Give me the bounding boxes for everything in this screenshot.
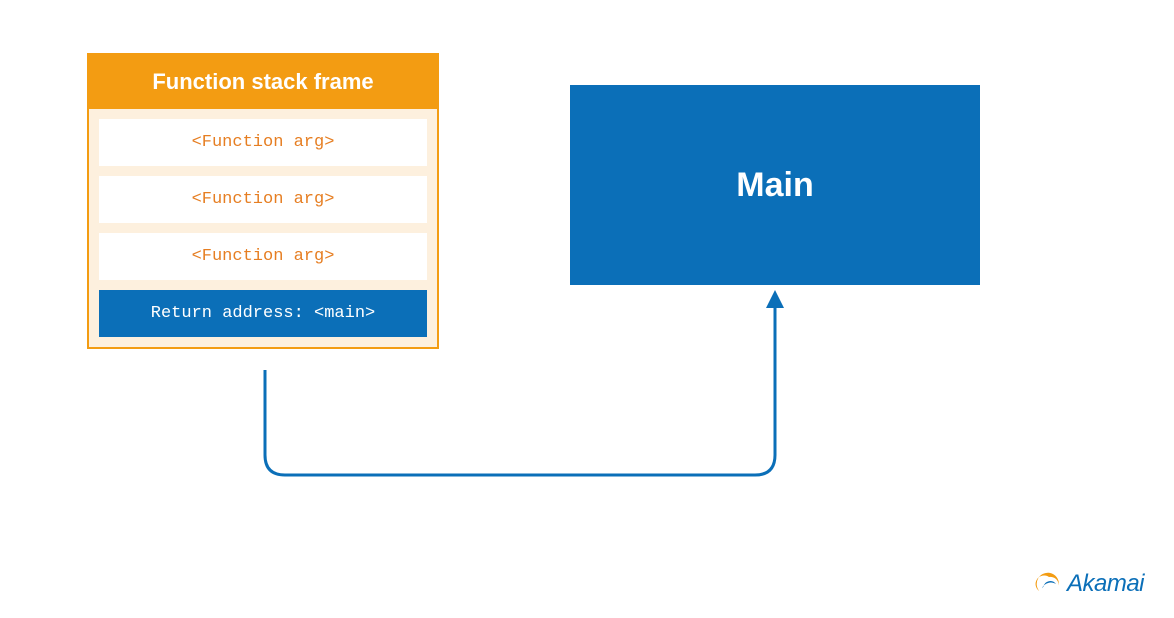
stack-frame-title: Function stack frame [89,55,437,109]
stack-row-arg: <Function arg> [99,119,427,166]
akamai-logo: Akamai [1035,570,1144,598]
stack-row-arg: <Function arg> [99,176,427,223]
akamai-logo-text: Akamai [1067,570,1144,598]
stack-row-return-address: Return address: <main> [99,290,427,337]
function-stack-frame: Function stack frame <Function arg> <Fun… [87,53,439,349]
akamai-swoosh-icon [1035,570,1063,598]
stack-row-arg: <Function arg> [99,233,427,280]
stack-frame-body: <Function arg> <Function arg> <Function … [89,109,437,347]
main-box-label: Main [736,166,813,205]
main-box: Main [570,85,980,285]
